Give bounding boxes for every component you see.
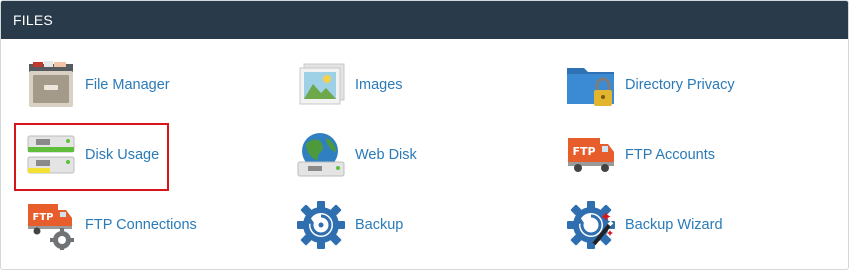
ftp-truck-icon: FTP bbox=[565, 129, 617, 181]
svg-text:FTP: FTP bbox=[572, 145, 595, 158]
file-cabinet-icon bbox=[25, 59, 77, 111]
backup-label: Backup bbox=[355, 217, 404, 233]
backup-wizard-icon bbox=[565, 199, 617, 251]
backup-gear-icon bbox=[295, 199, 347, 251]
ftp-accounts-link[interactable]: FTP FTP Accounts bbox=[565, 127, 715, 183]
ftp-accounts-label: FTP Accounts bbox=[625, 147, 715, 163]
backup-wizard-label: Backup Wizard bbox=[625, 217, 723, 233]
ftp-connections-label: FTP Connections bbox=[85, 217, 197, 233]
images-link[interactable]: Images bbox=[295, 57, 403, 113]
ftp-truck-gear-icon: FTP bbox=[25, 199, 77, 251]
files-grid: File Manager Images Directory Privacy Di… bbox=[1, 39, 848, 268]
file-manager-link[interactable]: File Manager bbox=[25, 57, 170, 113]
globe-drive-icon bbox=[295, 129, 347, 181]
directory-privacy-link[interactable]: Directory Privacy bbox=[565, 57, 735, 113]
files-panel: FILES File Manager Images Directory Priv… bbox=[0, 0, 849, 270]
backup-wizard-link[interactable]: Backup Wizard bbox=[565, 197, 723, 253]
ftp-connections-link[interactable]: FTP FTP Connections bbox=[25, 197, 197, 253]
web-disk-link[interactable]: Web Disk bbox=[295, 127, 417, 183]
directory-privacy-label: Directory Privacy bbox=[625, 77, 735, 93]
file-manager-label: File Manager bbox=[85, 77, 170, 93]
svg-text:FTP: FTP bbox=[33, 212, 54, 223]
web-disk-label: Web Disk bbox=[355, 147, 417, 163]
locked-folder-icon bbox=[565, 59, 617, 111]
images-label: Images bbox=[355, 77, 403, 93]
disk-usage-highlight-box bbox=[14, 123, 169, 191]
panel-title: FILES bbox=[1, 1, 848, 39]
backup-link[interactable]: Backup bbox=[295, 197, 403, 253]
photos-icon bbox=[295, 59, 347, 111]
